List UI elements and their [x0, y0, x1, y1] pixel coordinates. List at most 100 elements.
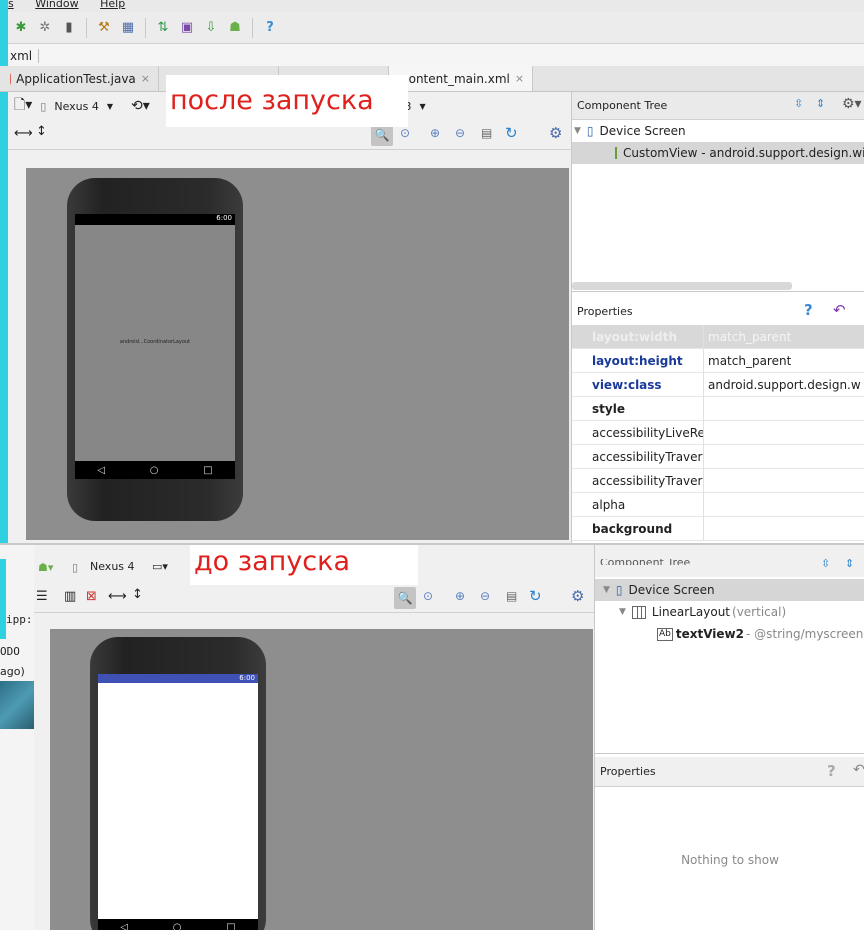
remove-icon[interactable]: ⊠	[86, 589, 97, 604]
property-row[interactable]: accessibilityTraversalAfte	[572, 444, 864, 469]
zoom-out-icon[interactable]: ⊖	[455, 126, 465, 140]
refresh-icon[interactable]: ↻	[505, 124, 518, 142]
attach-debugger-icon[interactable]: ✲	[36, 19, 54, 37]
property-row[interactable]: layout:width match_parent	[572, 324, 864, 349]
help-icon[interactable]: ?	[261, 19, 279, 37]
gear-icon[interactable]: ⚙▾	[842, 96, 862, 112]
expand-vertical-icon[interactable]: ↕	[132, 587, 143, 602]
help-icon[interactable]: ?	[804, 301, 813, 319]
expand-arrow-icon[interactable]: ▼	[619, 607, 626, 617]
close-icon[interactable]: ×	[141, 72, 150, 85]
menu-item[interactable]: s	[8, 0, 14, 10]
zoom-in-icon[interactable]: ⊕	[430, 126, 440, 140]
expand-arrow-icon[interactable]: ▼	[574, 126, 581, 136]
expand-all-icon[interactable]: ⇳	[794, 97, 803, 110]
gear-icon[interactable]: ⚙	[549, 124, 562, 142]
tab-content-main[interactable]: content_main.xml ×	[389, 66, 533, 91]
expand-arrow-icon[interactable]: ▼	[603, 585, 610, 595]
zoom-to-fit-icon[interactable]: 🔍	[371, 124, 393, 146]
device-dropdown[interactable]: Nexus 4	[90, 560, 135, 573]
stop-icon[interactable]: ▮	[60, 19, 78, 37]
editor-tabs: ApplicationTest.java × content_main.xml …	[0, 66, 864, 92]
collapse-all-icon[interactable]: ⇕	[845, 557, 854, 570]
project-structure-icon[interactable]: ⚒	[95, 19, 113, 37]
tree-item-device-screen[interactable]: ▼ ▯ Device Screen	[574, 120, 864, 142]
columns-icon[interactable]: ▥	[64, 589, 76, 604]
gear-icon[interactable]: ⚙	[571, 587, 584, 605]
menu-help[interactable]: Help	[100, 0, 125, 10]
property-key: accessibilityTraversalBefo	[572, 468, 704, 493]
menu-icon[interactable]: ☰	[36, 589, 48, 604]
panel-divider	[572, 291, 864, 292]
property-row[interactable]: style	[572, 396, 864, 421]
property-row[interactable]: accessibilityLiveRegion	[572, 420, 864, 445]
property-row[interactable]: background	[572, 516, 864, 541]
orientation-icon[interactable]: ⟲▾	[131, 98, 150, 114]
editor-text: ODO	[0, 645, 20, 658]
zoom-in-icon[interactable]: ⊕	[455, 589, 465, 603]
sdk-manager-icon[interactable]: ⇩	[202, 19, 220, 37]
recents-icon: □	[203, 464, 213, 476]
close-icon[interactable]: ×	[515, 72, 524, 85]
tree-item-device-screen[interactable]: ▼ ▯ Device Screen	[595, 579, 864, 601]
device-icon: ▯	[586, 124, 594, 138]
property-value[interactable]: android.support.design.w	[704, 373, 861, 397]
property-row[interactable]: layout:height match_parent	[572, 348, 864, 373]
tab-application-test[interactable]: ApplicationTest.java ×	[0, 66, 159, 91]
actual-size-icon[interactable]: ⊙	[400, 126, 410, 140]
sync-gradle-icon[interactable]: ⇅	[154, 19, 172, 37]
refresh-icon[interactable]: ↻	[529, 587, 542, 605]
undo-icon[interactable]: ↶	[833, 301, 846, 319]
actual-size-icon[interactable]: ⊙	[423, 589, 433, 603]
horizontal-scrollbar[interactable]	[572, 282, 792, 290]
right-panel-bottom: Component Tree ⇳ ⇕ ▼ ▯ Device Screen ▼ L…	[594, 545, 864, 930]
status-bar-time: 6:00	[75, 214, 235, 225]
expand-all-icon[interactable]: ⇳	[821, 557, 830, 570]
tree-item-linear-layout[interactable]: ▼ LinearLayout (vertical)	[595, 601, 864, 623]
expand-horizontal-icon[interactable]: ⟷	[14, 126, 33, 141]
menu-window[interactable]: Window	[35, 0, 78, 10]
property-row[interactable]: view:class android.support.design.w	[572, 372, 864, 397]
device-screen[interactable]: android...CoordinatorLayout	[75, 225, 235, 461]
new-layout-icon[interactable]: 🗋▾	[14, 94, 32, 118]
help-icon[interactable]: ?	[827, 762, 836, 780]
panel-divider	[595, 753, 864, 754]
tree-item-label: Device Screen	[599, 124, 686, 138]
settings-icon[interactable]: ▦	[119, 19, 137, 37]
properties-header: Properties ? ↶	[595, 757, 864, 787]
breadcrumb-file[interactable]: xml	[8, 49, 40, 63]
device-screen[interactable]	[98, 683, 258, 919]
right-panel: Component Tree ⇳ ⇕ ⚙▾ ▼ ▯ Device Screen …	[571, 92, 864, 543]
property-row[interactable]: alpha	[572, 492, 864, 517]
tree-item-textview[interactable]: Ab textView2 - @string/myscreen	[595, 623, 864, 645]
tab-label: content_main.xml	[402, 71, 510, 86]
expand-vertical-icon[interactable]: ↕	[36, 124, 47, 139]
component-tree-title: Component Tree	[577, 99, 668, 112]
screenshot-icon[interactable]: ▤	[481, 126, 492, 140]
android-monitor-icon[interactable]: ☗	[226, 19, 244, 37]
tree-item-custom-view[interactable]: CustomView - android.support.design.widg…	[572, 142, 864, 164]
property-row[interactable]: accessibilityTraversalBefo	[572, 468, 864, 493]
after-launch-screenshot: s Window Help ✱ ✲ ▮ ⚒ ▦ ⇅ ▣ ⇩ ☗ ? xml Ap…	[0, 0, 864, 543]
toolbar-separator	[145, 17, 146, 38]
undo-icon[interactable]: ↶	[853, 762, 864, 778]
layout-preview-canvas: 6:00 android...CoordinatorLayout ◁ ○ □	[26, 168, 569, 540]
android-icon: ☗▾	[38, 561, 54, 574]
screenshot-icon[interactable]: ▤	[506, 589, 517, 603]
zoom-out-icon[interactable]: ⊖	[480, 589, 490, 603]
phone-frame: 6:00 android...CoordinatorLayout ◁ ○ □	[67, 178, 243, 521]
device-dropdown[interactable]: Nexus 4	[54, 100, 99, 113]
chevron-down-icon: ▼	[419, 101, 426, 111]
java-class-icon	[10, 72, 12, 85]
expand-horizontal-icon[interactable]: ⟷	[108, 589, 127, 604]
zoom-to-fit-icon[interactable]: 🔍	[394, 587, 416, 609]
toolbar-separator	[252, 17, 253, 38]
orientation-icon[interactable]: ▭▾	[152, 560, 168, 573]
property-key: layout:height	[572, 348, 704, 373]
recents-icon: □	[226, 921, 236, 930]
property-value[interactable]: match_parent	[704, 325, 791, 349]
avd-manager-icon[interactable]: ▣	[178, 19, 196, 37]
collapse-all-icon[interactable]: ⇕	[816, 97, 825, 110]
property-value[interactable]: match_parent	[704, 349, 791, 373]
debug-icon[interactable]: ✱	[12, 19, 30, 37]
